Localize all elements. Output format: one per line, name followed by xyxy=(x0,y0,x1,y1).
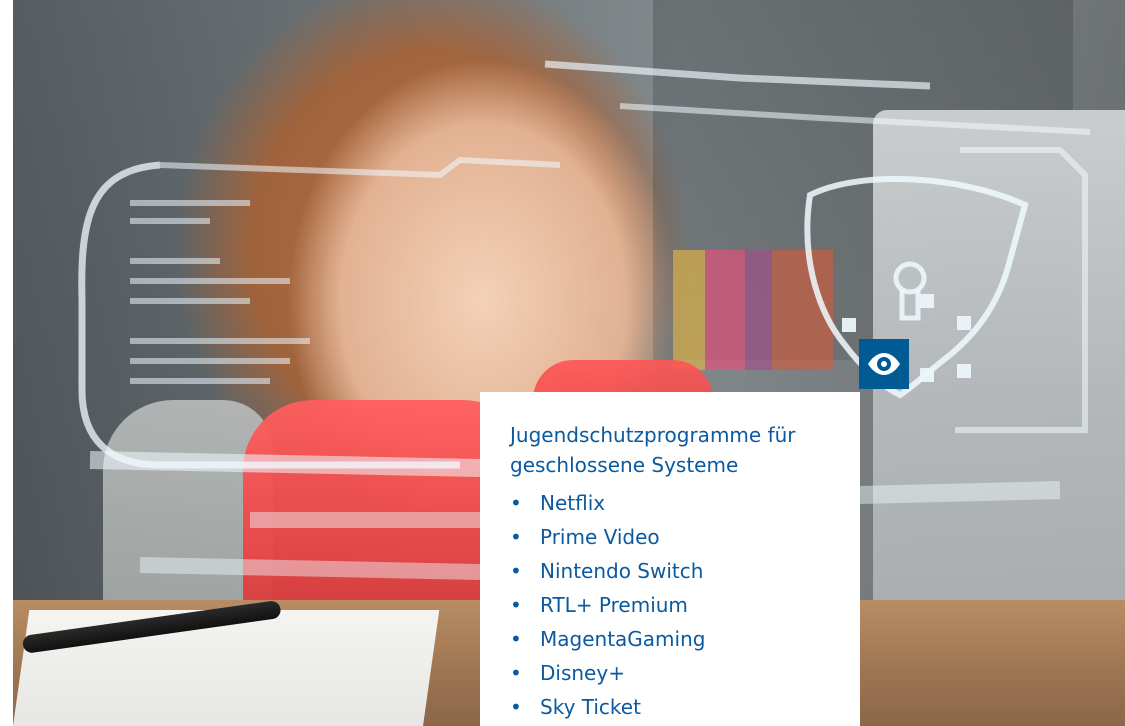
list-item-label: MagentaGaming xyxy=(540,627,706,651)
decor-square xyxy=(957,364,971,378)
eye-icon xyxy=(868,353,900,375)
list-item: • Sky Ticket xyxy=(510,690,832,724)
eye-badge xyxy=(859,339,909,389)
card-title-line-2: geschlossene Systeme xyxy=(510,453,739,477)
list-item: • Prime Video xyxy=(510,520,832,554)
bullet-icon: • xyxy=(510,627,522,651)
list-item: • Disney+ xyxy=(510,656,832,690)
decor-square xyxy=(920,294,934,308)
card-title: Jugendschutzprogramme für geschlossene S… xyxy=(510,420,832,480)
bullet-icon: • xyxy=(510,695,522,719)
bullet-icon: • xyxy=(510,661,522,685)
card-title-line-1: Jugendschutzprogramme für xyxy=(510,423,796,447)
list-item-label: Nintendo Switch xyxy=(540,559,704,583)
background-books xyxy=(673,250,833,370)
bullet-icon: • xyxy=(510,559,522,583)
list-item: • Netflix xyxy=(510,486,832,520)
bullet-icon: • xyxy=(510,525,522,549)
bullet-icon: • xyxy=(510,593,522,617)
list-item-label: RTL+ Premium xyxy=(540,593,688,617)
hero-stage: Jugendschutzprogramme für geschlossene S… xyxy=(0,0,1125,726)
info-card: Jugendschutzprogramme für geschlossene S… xyxy=(480,392,860,726)
decor-square xyxy=(920,368,934,382)
list-item-label: Disney+ xyxy=(540,661,625,685)
list-item-label: Prime Video xyxy=(540,525,660,549)
bullet-icon: • xyxy=(510,491,522,515)
list-item: • Nintendo Switch xyxy=(510,554,832,588)
decor-square xyxy=(842,318,856,332)
list-item-label: Netflix xyxy=(540,491,606,515)
list-item: • MagentaGaming xyxy=(510,622,832,656)
list-item: • RTL+ Premium xyxy=(510,588,832,622)
services-list: • Netflix • Prime Video • Nintendo Switch •… xyxy=(510,486,832,724)
decor-square xyxy=(957,316,971,330)
list-item-label: Sky Ticket xyxy=(540,695,641,719)
